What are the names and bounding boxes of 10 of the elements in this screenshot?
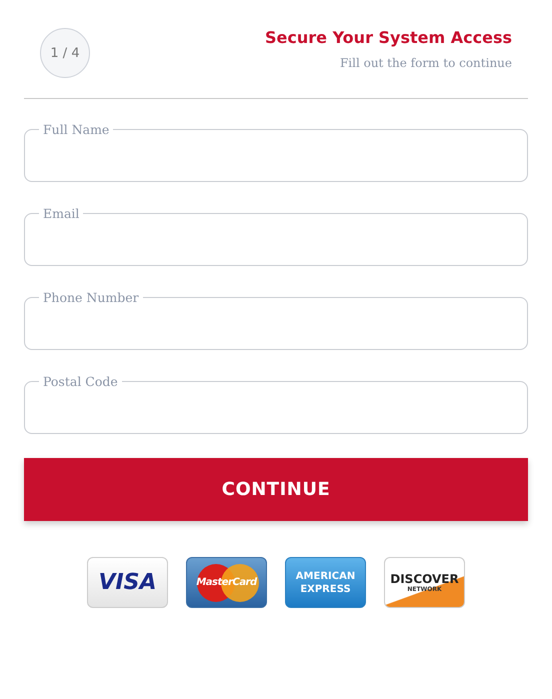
input-field[interactable]: Email <box>24 206 528 266</box>
continue-button[interactable]: CONTINUE <box>24 458 528 521</box>
amex-card-logo: AMERICAN EXPRESS <box>285 557 366 608</box>
input-field[interactable]: Postal Code <box>24 374 528 434</box>
input-field[interactable]: Full Name <box>24 122 528 182</box>
step-counter: 1 / 4 <box>40 28 90 78</box>
page-subtitle: Fill out the form to continue <box>338 56 512 70</box>
visa-card-logo: VISA <box>87 557 168 608</box>
page-title: Secure Your System Access <box>265 28 512 47</box>
input-field[interactable]: Phone Number <box>24 290 528 350</box>
